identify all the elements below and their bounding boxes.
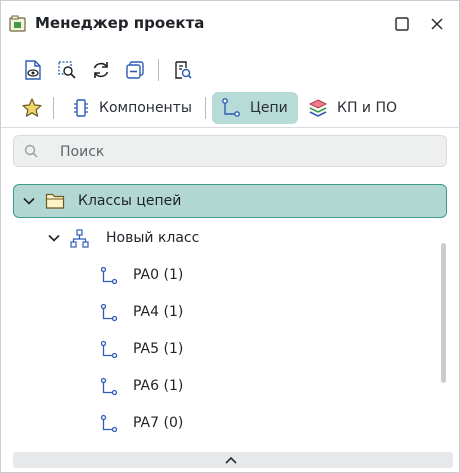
component-icon xyxy=(74,99,88,117)
tree-item-label: PA6 (1) xyxy=(133,378,184,394)
tree-item-label: PA0 (1) xyxy=(133,267,184,283)
net-icon xyxy=(100,340,118,359)
tab-layers[interactable]: КП и ПО xyxy=(303,92,413,124)
tab-bar: Компоненты Цепи КП и ПО xyxy=(1,91,459,127)
tree-item-net[interactable]: PA7 (0) xyxy=(13,407,447,441)
search-input[interactable] xyxy=(58,141,432,163)
tree-item-label: Новый класс xyxy=(106,230,200,246)
toolbar xyxy=(1,56,459,86)
search-icon xyxy=(24,144,38,158)
tab-components[interactable]: Компоненты xyxy=(65,92,199,124)
chevron-down-icon[interactable] xyxy=(47,231,61,245)
tree-scrollbar[interactable] xyxy=(441,243,446,383)
toolbar-separator xyxy=(158,59,159,81)
zoom-area-icon[interactable] xyxy=(56,59,78,81)
tab-label: КП и ПО xyxy=(337,100,398,116)
window-title: Менеджер проекта xyxy=(35,14,205,32)
tree-item-label: PA7 (0) xyxy=(133,415,184,431)
tab-divider xyxy=(1,127,459,128)
refresh-icon[interactable] xyxy=(90,59,112,81)
net-icon xyxy=(222,98,240,117)
tree-item-net[interactable]: PA0 (1) xyxy=(13,259,447,293)
close-icon[interactable] xyxy=(428,15,446,33)
tab-separator xyxy=(205,97,206,119)
tab-label: Цепи xyxy=(250,100,288,116)
tree-item-net[interactable]: PA5 (1) xyxy=(13,333,447,367)
tree-item-net-classes[interactable]: Классы цепей xyxy=(13,184,447,218)
net-icon xyxy=(100,377,118,396)
collapse-all-icon[interactable] xyxy=(124,59,146,81)
maximize-icon[interactable] xyxy=(393,15,411,33)
star-icon[interactable] xyxy=(21,97,43,119)
tab-nets[interactable]: Цепи xyxy=(212,92,298,124)
tab-separator xyxy=(53,97,54,119)
tab-label: Компоненты xyxy=(99,100,192,116)
project-manager-panel: Менеджер проекта Компоненты Цепи КП и ПО… xyxy=(0,0,460,473)
net-icon xyxy=(100,414,118,433)
layers-icon xyxy=(308,99,328,117)
inspect-icon[interactable] xyxy=(171,59,193,81)
tree-item-label: PA5 (1) xyxy=(133,341,184,357)
chevron-down-icon[interactable] xyxy=(22,194,36,208)
net-icon xyxy=(100,266,118,285)
net-class-icon xyxy=(70,229,89,248)
folder-icon xyxy=(45,193,65,209)
project-manager-icon xyxy=(9,15,26,32)
document-view-icon[interactable] xyxy=(22,59,44,81)
search-box[interactable] xyxy=(13,135,447,167)
title-bar: Менеджер проекта xyxy=(1,1,459,47)
tree-item-label: PA4 (1) xyxy=(133,304,184,320)
tree-item-label: Классы цепей xyxy=(78,193,182,209)
collapse-bar[interactable] xyxy=(13,452,453,468)
tree-item-net[interactable]: PA4 (1) xyxy=(13,296,447,330)
tree-item-new-class[interactable]: Новый класс xyxy=(13,222,447,256)
chevron-up-icon[interactable] xyxy=(224,455,238,465)
net-icon xyxy=(100,303,118,322)
tree-item-net[interactable]: PA6 (1) xyxy=(13,370,447,404)
